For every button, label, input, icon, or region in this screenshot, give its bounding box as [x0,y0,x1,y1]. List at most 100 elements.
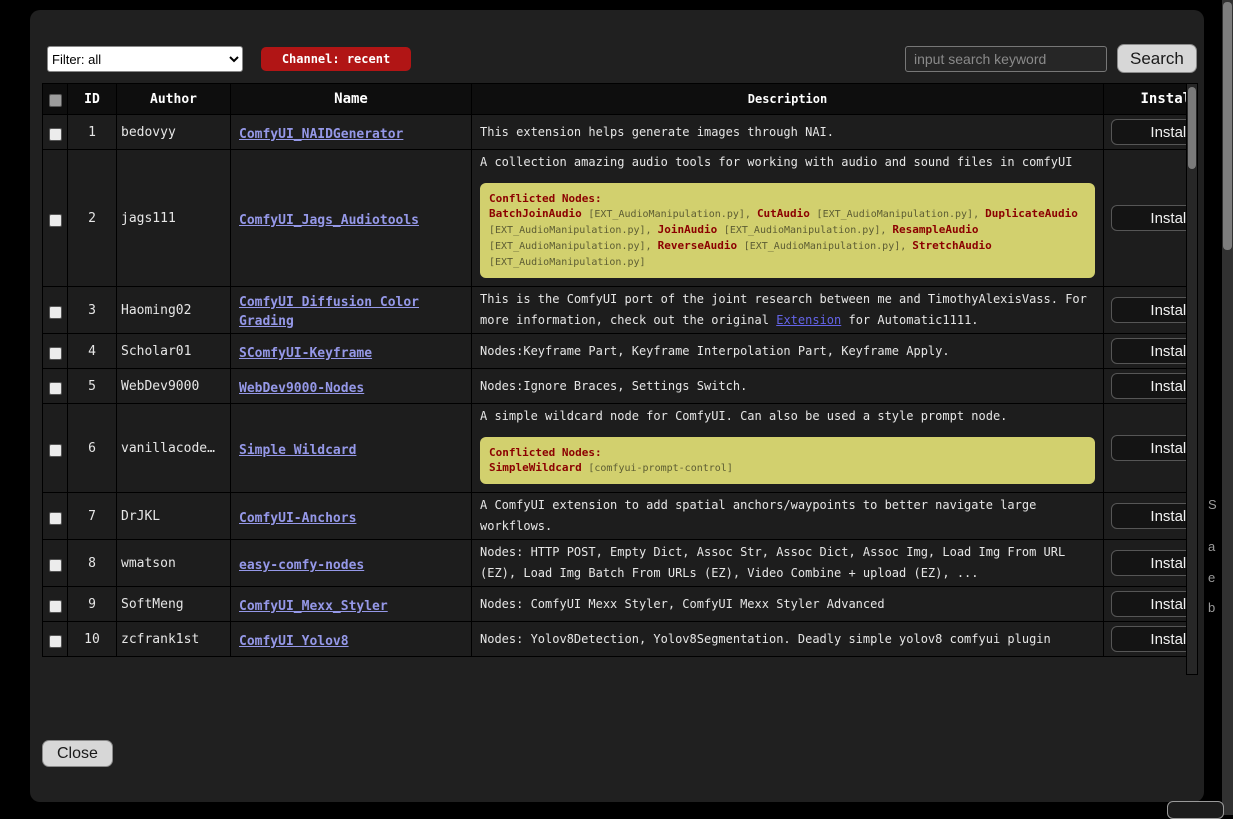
description-link[interactable]: Extension [776,313,841,327]
row-checkbox[interactable] [49,559,62,572]
conflicted-node-name: DuplicateAudio [985,207,1078,220]
install-button[interactable]: Install [1111,297,1198,323]
row-checkbox[interactable] [49,600,62,613]
row-checkbox[interactable] [49,306,62,319]
conflict-separator: , [973,209,985,220]
row-install-cell: Install [1104,369,1199,404]
row-author: bedovyy [117,115,231,150]
conflicted-node-ref: [EXT_AudioManipulation.py] [489,241,646,252]
row-id: 1 [68,115,117,150]
select-all-checkbox[interactable] [49,94,62,107]
row-checkbox[interactable] [49,128,62,141]
page-scrollbar[interactable] [1222,0,1233,815]
extension-name-link[interactable]: ComfyUI_NAIDGenerator [239,127,403,142]
conflicted-node-name: StretchAudio [912,239,991,252]
header-install: Install [1104,84,1199,115]
extension-name-link[interactable]: ComfyUI Yolov8 [239,634,349,649]
extension-name-link[interactable]: WebDev9000-Nodes [239,381,364,396]
conflict-separator: , [646,225,658,236]
extension-name-link[interactable]: Simple Wildcard [239,443,356,458]
row-name-cell: ComfyUI Yolov8 [231,622,472,657]
row-checkbox-cell [43,540,68,587]
row-checkbox[interactable] [49,444,62,457]
row-author: wmatson [117,540,231,587]
extension-name-link[interactable]: SComfyUI-Keyframe [239,346,372,361]
channel-badge: Channel: recent [261,47,411,71]
conflicted-nodes-box: Conflicted Nodes:BatchJoinAudio [EXT_Aud… [480,183,1095,278]
nodes-table-container: ID Author Name Description Install 1bedo… [42,83,1198,675]
table-row: 1bedovyyComfyUI_NAIDGeneratorThis extens… [43,115,1199,150]
conflicted-node-ref: [EXT_AudioManipulation.py] [724,225,881,236]
row-checkbox-cell [43,369,68,404]
row-id: 7 [68,493,117,540]
row-id: 6 [68,404,117,493]
row-checkbox[interactable] [49,214,62,227]
row-install-cell: Install [1104,115,1199,150]
install-button[interactable]: Install [1111,550,1198,576]
background-ui-fragment: e [1208,570,1215,585]
row-description: Nodes: ComfyUI Mexx Styler, ComfyUI Mexx… [472,587,1104,622]
row-name-cell: ComfyUI_Jags_Audiotools [231,150,472,287]
conflict-separator: , [900,241,912,252]
conflicted-nodes-box: Conflicted Nodes:SimpleWildcard [comfyui… [480,437,1095,484]
row-id: 3 [68,287,117,334]
nodes-table: ID Author Name Description Install 1bedo… [42,83,1198,657]
row-checkbox[interactable] [49,512,62,525]
row-checkbox[interactable] [49,347,62,360]
conflicted-node-name: BatchJoinAudio [489,207,582,220]
conflicted-node-ref: [EXT_AudioManipulation.py] [744,241,901,252]
row-name-cell: Simple Wildcard [231,404,472,493]
table-row: 7DrJKLComfyUI-AnchorsA ComfyUI extension… [43,493,1199,540]
row-description: Nodes:Keyframe Part, Keyframe Interpolat… [472,334,1104,369]
row-checkbox-cell [43,404,68,493]
search-input[interactable] [905,46,1107,72]
extension-name-link[interactable]: easy-comfy-nodes [239,558,364,573]
row-checkbox[interactable] [49,382,62,395]
install-button[interactable]: Install [1111,591,1198,617]
row-id: 5 [68,369,117,404]
install-button[interactable]: Install [1111,205,1198,231]
row-author: Scholar01 [117,334,231,369]
table-header-row: ID Author Name Description Install [43,84,1199,115]
filter-dropdown[interactable]: Filter: all [47,46,243,72]
background-ui-fragment: S [1208,497,1217,512]
conflicted-node-ref: [comfyui-prompt-control] [588,463,733,474]
row-checkbox[interactable] [49,635,62,648]
row-install-cell: Install [1104,334,1199,369]
header-name: Name [231,84,472,115]
table-scrollbar[interactable] [1186,83,1198,675]
row-author: Haoming02 [117,287,231,334]
extension-name-link[interactable]: ComfyUI_Jags_Audiotools [239,213,419,228]
row-install-cell: Install [1104,587,1199,622]
table-row: 10zcfrank1stComfyUI Yolov8Nodes: Yolov8D… [43,622,1199,657]
extension-name-link[interactable]: ComfyUI Diffusion Color Grading [239,295,419,329]
row-author: vanillacode… [117,404,231,493]
install-button[interactable]: Install [1111,119,1198,145]
extension-name-link[interactable]: ComfyUI_Mexx_Styler [239,599,388,614]
row-checkbox-cell [43,150,68,287]
install-button[interactable]: Install [1111,503,1198,529]
row-name-cell: easy-comfy-nodes [231,540,472,587]
close-button[interactable]: Close [42,740,113,767]
row-description: A simple wildcard node for ComfyUI. Can … [472,404,1104,493]
row-author: WebDev9000 [117,369,231,404]
page-scrollbar-thumb[interactable] [1223,2,1232,250]
header-id: ID [68,84,117,115]
row-id: 8 [68,540,117,587]
install-button[interactable]: Install [1111,626,1198,652]
row-checkbox-cell [43,115,68,150]
table-scrollbar-thumb[interactable] [1188,87,1196,169]
extension-name-link[interactable]: ComfyUI-Anchors [239,511,356,526]
conflict-separator: , [880,225,892,236]
conflicted-node-ref: [EXT_AudioManipulation.py] [817,209,974,220]
install-button[interactable]: Install [1111,373,1198,399]
background-ui-fragment: a [1208,539,1215,554]
row-author: jags111 [117,150,231,287]
install-button[interactable]: Install [1111,338,1198,364]
row-checkbox-cell [43,587,68,622]
search-button[interactable]: Search [1117,44,1197,73]
row-id: 10 [68,622,117,657]
install-button[interactable]: Install [1111,435,1198,461]
row-name-cell: SComfyUI-Keyframe [231,334,472,369]
conflicted-node-name: SimpleWildcard [489,461,582,474]
